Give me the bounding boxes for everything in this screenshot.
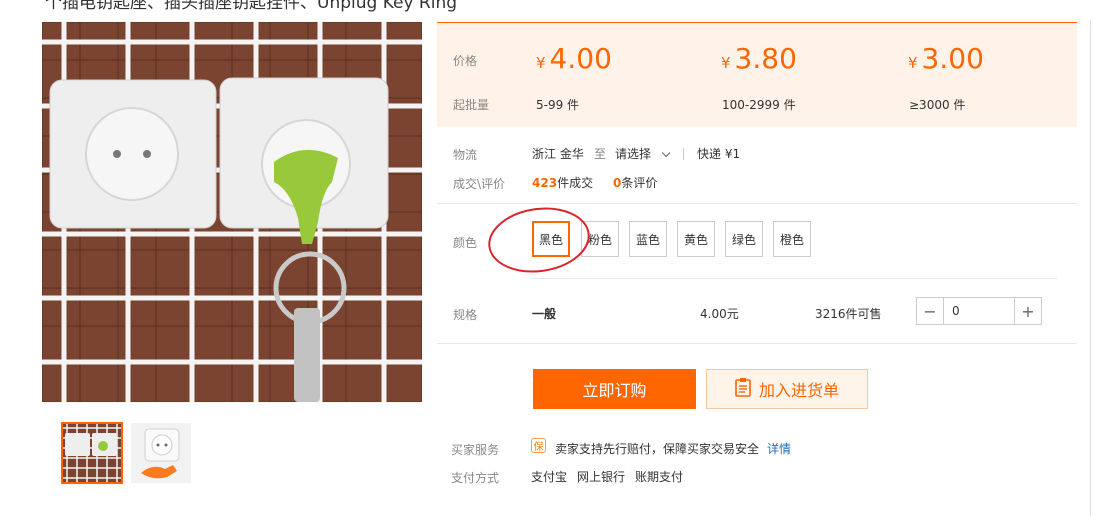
logistics-origin: 浙江 金华: [532, 147, 584, 161]
deal-count-value: 423: [532, 176, 558, 190]
payment-method-credit: 账期支付: [635, 470, 684, 484]
divider: [532, 278, 1057, 279]
payment-method-online-bank: 网上银行: [577, 470, 626, 484]
deal-count: 423件成交: [532, 174, 593, 191]
thumbnail-2[interactable]: [131, 423, 191, 483]
currency-symbol: ¥: [536, 54, 546, 72]
color-option-green[interactable]: 绿色: [725, 221, 763, 257]
price-value: 3.00: [921, 42, 984, 75]
thumbnail-1[interactable]: [61, 422, 123, 484]
quantity-stepper: − 0 +: [916, 297, 1042, 325]
qty-range-1: 5-99 件: [536, 98, 580, 112]
service-text: 卖家支持先行赔付，保障买家交易安全: [555, 442, 760, 456]
order-now-button[interactable]: 立即订购: [533, 369, 696, 409]
service-detail-link[interactable]: 详情: [767, 440, 791, 457]
deal-suffix: 件成交: [557, 176, 594, 190]
moq-label: 起批量: [453, 98, 490, 112]
deals-label: 成交\评价: [453, 177, 506, 191]
color-label: 颜色: [453, 236, 478, 250]
payment-label: 支付方式: [451, 471, 500, 485]
chevron-down-icon: [661, 148, 671, 158]
review-suffix: 条评价: [621, 176, 658, 190]
product-title: 个插电钥匙座、插头插座钥匙挂件、Unplug Key Ring: [45, 0, 458, 13]
spec-label: 规格: [453, 308, 478, 322]
logistics-to: 至: [594, 147, 607, 161]
qty-range-2: 100-2999 件: [722, 98, 796, 112]
minus-button[interactable]: −: [917, 298, 944, 324]
add-to-cart-button[interactable]: 加入进货单: [706, 369, 868, 409]
price-tier-3: ¥3.00: [908, 42, 984, 75]
currency-symbol: ¥: [908, 54, 918, 72]
main-product-image[interactable]: [42, 22, 422, 402]
service-label: 买家服务: [451, 443, 500, 457]
price-tier-1: ¥4.00: [536, 42, 612, 75]
spec-stock: 3216件可售: [815, 307, 882, 321]
destination-select[interactable]: 请选择: [615, 145, 671, 162]
price-value: 4.00: [549, 42, 612, 75]
currency-symbol: ¥: [721, 54, 731, 72]
price-value: 3.80: [734, 42, 797, 75]
shipping-fee: 快递 ¥1: [697, 147, 741, 161]
payment-method-alipay: 支付宝: [531, 470, 568, 484]
clipboard-icon: [735, 377, 751, 401]
price-tier-2: ¥3.80: [721, 42, 797, 75]
review-count[interactable]: 0条评价: [613, 174, 657, 191]
color-option-orange[interactable]: 橙色: [773, 221, 811, 257]
divider: [1090, 20, 1091, 516]
guarantee-icon: 保: [531, 438, 546, 453]
plus-button[interactable]: +: [1014, 298, 1041, 324]
qty-range-3: ≥3000 件: [909, 98, 966, 112]
add-to-cart-label: 加入进货单: [758, 381, 839, 400]
spec-name: 一般: [532, 307, 557, 321]
annotation-circle: [488, 207, 590, 273]
spec-price: 4.00元: [700, 307, 739, 321]
color-option-yellow[interactable]: 黄色: [677, 221, 715, 257]
quantity-input[interactable]: 0: [944, 298, 1014, 324]
divider: [437, 343, 1077, 344]
logistics-label: 物流: [453, 148, 478, 162]
price-label: 价格: [453, 54, 478, 68]
color-option-blue[interactable]: 蓝色: [629, 221, 667, 257]
divider: [683, 148, 684, 160]
destination-select-label: 请选择: [615, 147, 652, 161]
